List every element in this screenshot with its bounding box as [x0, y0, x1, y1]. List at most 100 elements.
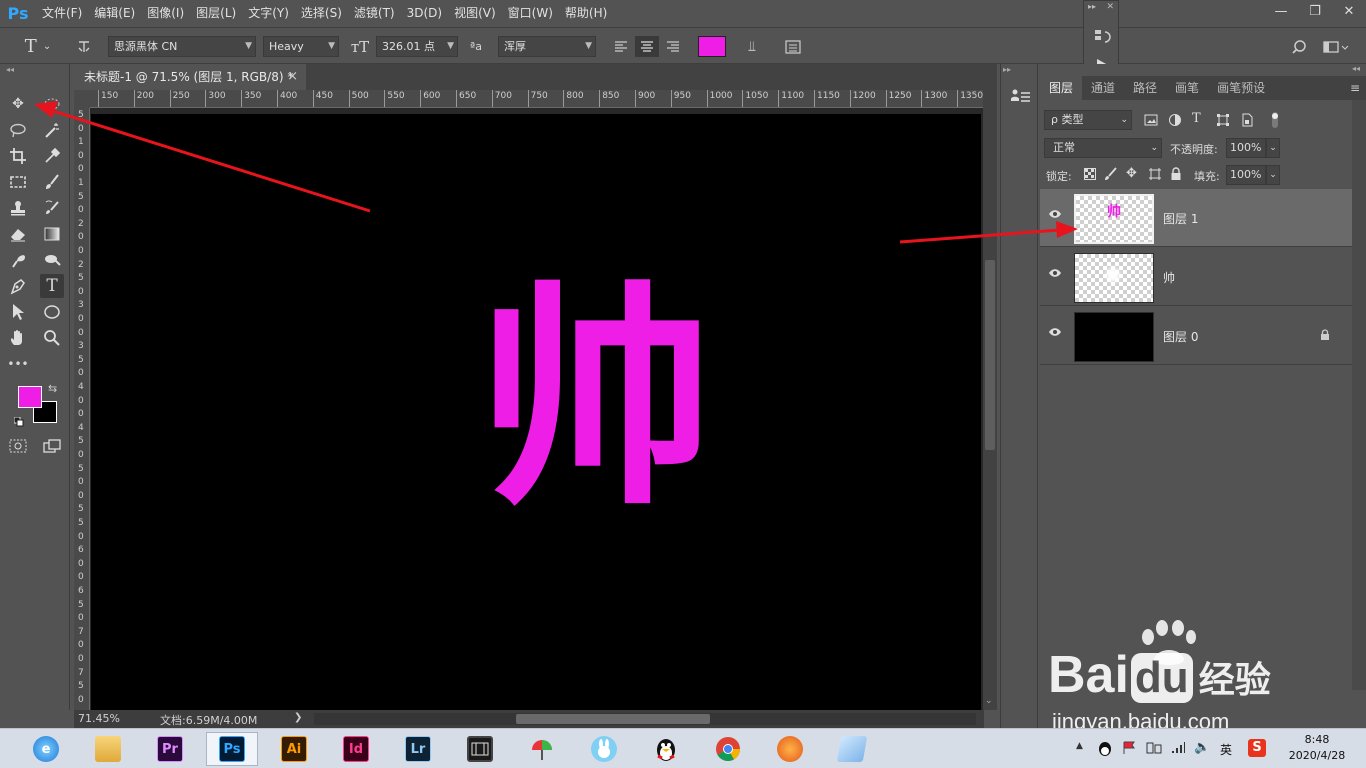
properties-panel-icon[interactable]: [1009, 88, 1031, 107]
menu-help[interactable]: 帮助(H): [559, 0, 613, 27]
minimize-button[interactable]: —: [1264, 0, 1298, 22]
align-left-icon[interactable]: [610, 36, 632, 57]
layer-filter-select[interactable]: ρ 类型 ⌄: [1044, 110, 1132, 130]
filter-type-icon[interactable]: T: [1192, 111, 1201, 126]
tab-channels[interactable]: 通道: [1082, 76, 1124, 100]
close-tab-icon[interactable]: ×: [287, 64, 298, 90]
taskbar-app-explorer[interactable]: [82, 732, 134, 766]
stamp-tool-icon[interactable]: [6, 196, 30, 220]
horizontal-scroll-thumb[interactable]: [516, 714, 710, 724]
panel-menu-icon[interactable]: ≡: [1350, 76, 1360, 100]
eye-icon[interactable]: [1048, 268, 1062, 282]
type-tool-preset[interactable]: T ⌄: [18, 36, 58, 57]
document-canvas[interactable]: 帅: [91, 114, 981, 710]
system-clock[interactable]: 8:48 2020/4/28: [1282, 732, 1352, 764]
screen-mode-icon[interactable]: [40, 434, 64, 458]
character-panel-icon[interactable]: [782, 36, 804, 57]
taskbar-app-rabbit[interactable]: [578, 732, 630, 766]
taskbar-app-qq[interactable]: [640, 732, 692, 766]
menu-window[interactable]: 窗口(W): [502, 0, 559, 27]
tray-device-icon[interactable]: [1146, 741, 1162, 758]
ruler-origin[interactable]: [74, 90, 90, 108]
chevron-down-icon[interactable]: ⌄: [1266, 138, 1280, 158]
quick-mask-icon[interactable]: [6, 434, 30, 458]
collapse-icon[interactable]: ◂◂: [1352, 64, 1360, 73]
canvas-text-layer[interactable]: 帅: [476, 280, 716, 520]
filter-shape-icon[interactable]: [1216, 113, 1230, 127]
gradient-tool-icon[interactable]: [40, 222, 64, 246]
history-brush-tool-icon[interactable]: [40, 196, 64, 220]
tab-paths[interactable]: 路径: [1124, 76, 1166, 100]
align-center-icon[interactable]: [635, 36, 659, 57]
taskbar-app-ie[interactable]: e: [20, 732, 72, 766]
taskbar-app-film[interactable]: [454, 732, 506, 766]
document-tab[interactable]: 未标题-1 @ 71.5% (图层 1, RGB/8) * ×: [74, 64, 306, 90]
tab-layers[interactable]: 图层: [1040, 76, 1083, 100]
menu-layer[interactable]: 图层(L): [190, 0, 242, 27]
history-icon[interactable]: [1092, 27, 1112, 50]
taskbar-app-premiere[interactable]: Pr: [144, 732, 196, 766]
antialias-select[interactable]: 浑厚 ▼: [498, 36, 596, 57]
vertical-scroll-thumb[interactable]: [985, 260, 995, 450]
eyedropper-tool-icon[interactable]: [40, 144, 64, 168]
lock-all-icon[interactable]: [1170, 167, 1182, 184]
font-size-select[interactable]: 326.01 点 ▼: [376, 36, 458, 57]
collapse-icon[interactable]: ◂◂: [6, 65, 14, 74]
swap-colors-icon[interactable]: ⇆: [48, 382, 57, 395]
ellipse-tool-icon[interactable]: [40, 300, 64, 324]
tray-qq-icon[interactable]: [1098, 740, 1112, 759]
eye-icon[interactable]: [1048, 327, 1062, 341]
dodge-tool-icon[interactable]: [40, 248, 64, 272]
menu-filter[interactable]: 滤镜(T): [348, 0, 401, 27]
filter-toggle-icon[interactable]: [1270, 111, 1280, 129]
ime-indicator[interactable]: 英: [1220, 741, 1232, 758]
path-select-tool-icon[interactable]: [6, 300, 30, 324]
layer-row[interactable]: 帅: [1040, 248, 1352, 306]
warp-text-icon[interactable]: ⫫: [740, 36, 764, 57]
lock-position-icon[interactable]: ✥: [1126, 166, 1137, 181]
default-colors-icon[interactable]: [13, 416, 24, 427]
font-family-select[interactable]: 思源黑体 CN ▼: [108, 36, 256, 57]
zoom-tool-icon[interactable]: [40, 326, 64, 350]
vertical-ruler[interactable]: 5 0 1 0 0 1 5 0 2 0 0 2 5 0 3 0 0 3 5 0 4 0 0 4 5 0 5 0 0 5 5 0 6 0 0 6 5 0 7 0…: [74, 108, 90, 710]
frame-tool-icon[interactable]: [6, 170, 30, 194]
zoom-level[interactable]: 71.45%: [78, 712, 120, 725]
filter-adjustment-icon[interactable]: [1168, 113, 1182, 127]
pen-tool-icon[interactable]: [6, 274, 30, 298]
taskbar-app-lightroom[interactable]: Lr: [392, 732, 444, 766]
type-tool-icon[interactable]: T: [40, 274, 64, 298]
crop-tool-icon[interactable]: [6, 144, 30, 168]
menu-type[interactable]: 文字(Y): [242, 0, 295, 27]
lock-pixels-icon[interactable]: [1104, 167, 1118, 184]
lasso-tool-icon[interactable]: [6, 118, 30, 142]
lock-artboard-icon[interactable]: [1148, 167, 1162, 184]
eraser-tool-icon[interactable]: [6, 222, 30, 246]
tray-expand-icon[interactable]: ▲: [1076, 741, 1083, 751]
layer-name[interactable]: 图层 1: [1163, 210, 1198, 227]
smudge-tool-icon[interactable]: [6, 248, 30, 272]
canvas-workspace[interactable]: 帅: [90, 108, 983, 710]
more-tools-icon[interactable]: •••: [6, 352, 30, 376]
tray-network-icon[interactable]: [1170, 741, 1186, 758]
layer-row[interactable]: 图层 0: [1040, 307, 1352, 365]
lock-transparent-icon[interactable]: [1084, 168, 1096, 183]
vertical-scrollbar[interactable]: ⌄: [983, 90, 997, 710]
status-menu-arrow[interactable]: ❯: [294, 712, 302, 723]
filter-smart-object-icon[interactable]: [1240, 113, 1254, 127]
menu-3d[interactable]: 3D(D): [401, 0, 448, 27]
taskbar-app-fox[interactable]: [764, 732, 816, 766]
chevron-down-icon[interactable]: ⌄: [1266, 165, 1280, 185]
menu-image[interactable]: 图像(I): [141, 0, 190, 27]
layer-row[interactable]: 帅 图层 1: [1040, 189, 1352, 247]
text-color-swatch[interactable]: [698, 36, 726, 57]
taskbar-app-chrome[interactable]: [702, 732, 754, 766]
tray-flag-icon[interactable]: [1122, 741, 1138, 758]
blend-mode-select[interactable]: 正常 ⌄: [1044, 138, 1162, 158]
close-icon[interactable]: ✕: [1106, 2, 1114, 12]
filter-pixel-icon[interactable]: [1144, 113, 1158, 127]
toggle-orientation-icon[interactable]: [72, 36, 96, 57]
taskbar-app-photoshop[interactable]: Ps: [206, 732, 258, 766]
collapse-icon[interactable]: ▸▸: [1003, 65, 1011, 74]
layers-scrollbar[interactable]: [1352, 100, 1366, 690]
horizontal-ruler[interactable]: 150 200 250 300 350 400 450 500 550 600 650 700 750 8…: [90, 90, 983, 108]
